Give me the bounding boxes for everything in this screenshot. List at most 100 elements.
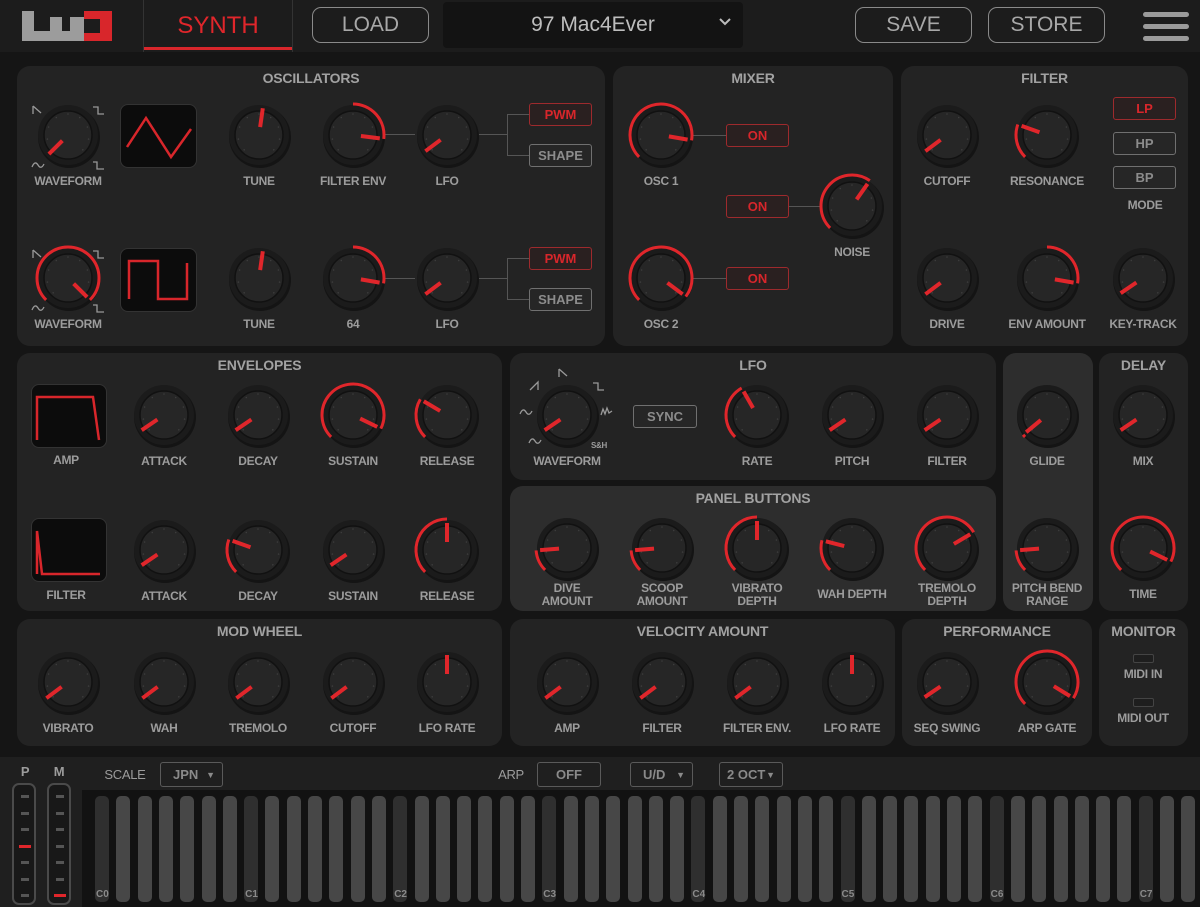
knob-label: RESONANCE bbox=[1010, 174, 1084, 188]
meter-tick bbox=[56, 811, 64, 815]
connector bbox=[507, 258, 529, 259]
knob-graphic bbox=[323, 245, 386, 311]
piano-key[interactable] bbox=[883, 796, 898, 902]
piano-key[interactable] bbox=[1010, 796, 1025, 902]
piano-key[interactable] bbox=[968, 796, 983, 902]
knob-graphic bbox=[1017, 385, 1079, 448]
scale-value: JPN bbox=[173, 767, 199, 782]
osc2-pwm-button[interactable]: PWM bbox=[529, 247, 592, 270]
piano-key[interactable] bbox=[1032, 796, 1047, 902]
knob-graphic bbox=[38, 105, 100, 168]
load-button[interactable]: LOAD bbox=[312, 7, 429, 43]
piano-key[interactable] bbox=[584, 796, 599, 902]
piano-key[interactable] bbox=[180, 796, 195, 902]
piano-key[interactable] bbox=[1181, 796, 1196, 902]
piano-key[interactable] bbox=[265, 796, 280, 902]
piano-key[interactable] bbox=[734, 796, 748, 902]
piano-key[interactable] bbox=[947, 796, 961, 902]
piano-key[interactable] bbox=[1117, 796, 1132, 902]
save-button[interactable]: SAVE bbox=[855, 7, 972, 43]
piano-key[interactable] bbox=[1074, 796, 1089, 902]
osc1-pwm-button[interactable]: PWM bbox=[529, 103, 592, 126]
piano-key[interactable] bbox=[648, 796, 663, 902]
knob-graphic bbox=[38, 652, 100, 715]
piano-key[interactable] bbox=[776, 796, 791, 902]
osc2-shape-button[interactable]: SHAPE bbox=[529, 288, 592, 311]
piano-key[interactable] bbox=[308, 796, 322, 902]
key-c[interactable]: C3 bbox=[542, 796, 557, 902]
piano-key[interactable] bbox=[350, 796, 365, 902]
meter-tick bbox=[21, 861, 29, 864]
key-c[interactable]: C1 bbox=[244, 796, 259, 902]
connector bbox=[507, 114, 508, 156]
knob-label: WAVEFORM bbox=[34, 317, 102, 331]
piano-key[interactable] bbox=[137, 796, 152, 902]
tab-synth[interactable]: SYNTH bbox=[143, 0, 293, 52]
arp-label: ARP bbox=[498, 767, 524, 782]
lfo-sync-button[interactable]: SYNC bbox=[633, 405, 697, 428]
piano-key[interactable] bbox=[670, 796, 685, 902]
midi-in-led bbox=[1133, 654, 1154, 663]
piano-key[interactable] bbox=[371, 796, 386, 902]
key-c[interactable]: C2 bbox=[393, 796, 408, 902]
connector bbox=[507, 155, 529, 156]
piano-key[interactable] bbox=[819, 796, 834, 902]
hamburger-menu-icon[interactable] bbox=[1142, 8, 1190, 46]
osc1-shape-button[interactable]: SHAPE bbox=[529, 144, 592, 167]
connector bbox=[507, 114, 529, 115]
knob-label: TIME bbox=[1129, 587, 1157, 601]
piano-key[interactable] bbox=[904, 796, 919, 902]
piano-key[interactable] bbox=[478, 796, 493, 902]
piano-key[interactable] bbox=[222, 796, 237, 902]
piano-key[interactable] bbox=[158, 796, 173, 902]
piano-key[interactable] bbox=[286, 796, 301, 902]
piano-key[interactable] bbox=[1053, 796, 1068, 902]
piano-key[interactable] bbox=[627, 796, 642, 902]
meter-tick bbox=[21, 877, 29, 881]
osc1-on-button[interactable]: ON bbox=[726, 124, 789, 147]
piano-key[interactable] bbox=[563, 796, 578, 902]
piano-key[interactable] bbox=[712, 796, 727, 902]
piano-key[interactable] bbox=[329, 796, 344, 902]
preset-dropdown[interactable]: 97 Mac4Ever bbox=[443, 2, 743, 48]
pitch-wheel-slider[interactable] bbox=[12, 783, 36, 905]
filter-mode-hp[interactable]: HP bbox=[1113, 132, 1176, 155]
piano-key[interactable] bbox=[457, 796, 472, 902]
key-c[interactable]: C0 bbox=[95, 796, 109, 902]
piano-key[interactable] bbox=[499, 796, 514, 902]
filter-mode-bp[interactable]: BP bbox=[1113, 166, 1176, 189]
octave-label: C4 bbox=[692, 889, 706, 900]
osc2-on-button[interactable]: ON bbox=[726, 267, 789, 290]
key-c[interactable]: C4 bbox=[691, 796, 706, 902]
section-title: OSCILLATORS bbox=[262, 70, 360, 86]
piano-key[interactable] bbox=[925, 796, 940, 902]
store-button[interactable]: STORE bbox=[988, 7, 1105, 43]
piano-key[interactable] bbox=[861, 796, 876, 902]
piano-key[interactable] bbox=[435, 796, 450, 902]
piano-key[interactable] bbox=[1160, 796, 1174, 902]
piano-key[interactable] bbox=[521, 796, 535, 902]
knob-indicator bbox=[360, 134, 381, 141]
key-c[interactable]: C7 bbox=[1138, 796, 1153, 902]
piano-key[interactable] bbox=[414, 796, 429, 902]
knob-graphic bbox=[724, 515, 789, 581]
piano-key[interactable] bbox=[116, 796, 131, 902]
noise-on-button[interactable]: ON bbox=[726, 195, 789, 218]
filter-envelope-label: FILTER bbox=[46, 588, 86, 602]
filter-mode-lp[interactable]: LP bbox=[1113, 97, 1176, 120]
piano-key[interactable] bbox=[606, 796, 621, 902]
arp-range-dropdown[interactable]: 2 OCT ▼ bbox=[719, 762, 783, 787]
arp-toggle[interactable]: OFF bbox=[537, 762, 601, 787]
piano-key[interactable] bbox=[1096, 796, 1111, 902]
midi-out-label: MIDI OUT bbox=[1117, 711, 1169, 725]
arp-mode-dropdown[interactable]: U/D ▼ bbox=[630, 762, 693, 787]
piano-key[interactable] bbox=[755, 796, 770, 902]
scale-dropdown[interactable]: JPN ▼ bbox=[160, 762, 223, 787]
mod-wheel-slider[interactable] bbox=[47, 783, 71, 905]
preset-name: 97 Mac4Ever bbox=[531, 13, 655, 36]
knob-graphic bbox=[414, 385, 479, 448]
key-c[interactable]: C5 bbox=[840, 796, 855, 902]
piano-key[interactable] bbox=[201, 796, 216, 902]
key-c[interactable]: C6 bbox=[989, 796, 1004, 902]
piano-key[interactable] bbox=[797, 796, 812, 902]
